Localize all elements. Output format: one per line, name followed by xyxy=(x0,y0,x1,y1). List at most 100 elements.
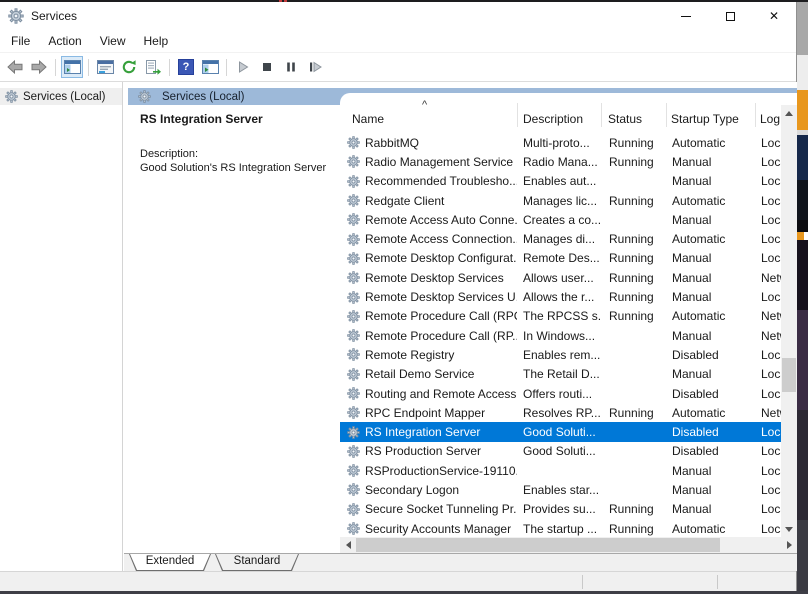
table-row[interactable]: RPC Endpoint Mapper Resolves RP... Runni… xyxy=(340,403,781,422)
service-log-on-as: Netw xyxy=(755,309,781,323)
start-service-button[interactable] xyxy=(232,56,254,78)
menu-action[interactable]: Action xyxy=(39,31,90,51)
service-gear-icon xyxy=(347,252,360,265)
service-startup-type: Manual xyxy=(666,155,755,169)
close-button[interactable]: ✕ xyxy=(752,2,796,30)
table-row[interactable]: Retail Demo Service The Retail D... Manu… xyxy=(340,365,781,384)
service-description: Enables aut... xyxy=(517,174,601,188)
horizontal-scrollbar-thumb[interactable] xyxy=(356,538,720,552)
service-log-on-as: Loca xyxy=(755,155,781,169)
table-row[interactable]: Recommended Troublesho... Enables aut...… xyxy=(340,172,781,191)
table-row[interactable]: RabbitMQ Multi-proto... Running Automati… xyxy=(340,133,781,152)
service-gear-icon xyxy=(347,310,360,323)
stop-service-button[interactable] xyxy=(256,56,278,78)
menu-help[interactable]: Help xyxy=(135,31,178,51)
table-row[interactable]: Secure Socket Tunneling Pr... Provides s… xyxy=(340,500,781,519)
service-description: Allows the r... xyxy=(517,290,601,304)
service-startup-type: Disabled xyxy=(666,425,755,439)
minimize-button[interactable] xyxy=(664,2,708,30)
vertical-scrollbar[interactable] xyxy=(781,105,797,537)
service-description: Multi-proto... xyxy=(517,136,601,150)
service-status: Running xyxy=(601,522,666,536)
service-name: Remote Registry xyxy=(365,348,454,362)
service-startup-type: Automatic xyxy=(666,136,755,150)
table-row[interactable]: RS Production Server Good Soluti... Disa… xyxy=(340,442,781,461)
table-row[interactable]: Radio Management Service Radio Mana... R… xyxy=(340,152,781,171)
scroll-down-icon xyxy=(785,527,793,532)
help-icon: ? xyxy=(178,59,194,75)
table-row[interactable]: Security Accounts Manager The startup ..… xyxy=(340,519,781,538)
service-name: Recommended Troublesho... xyxy=(365,174,517,188)
title-bar[interactable]: Services ✕ xyxy=(0,2,796,30)
vertical-scrollbar-thumb[interactable] xyxy=(782,358,796,392)
service-description: The startup ... xyxy=(517,522,601,536)
service-name: Remote Desktop Services U... xyxy=(365,290,517,304)
properties-button[interactable] xyxy=(94,56,116,78)
column-header-description[interactable]: Description xyxy=(523,112,583,126)
scroll-left-button[interactable] xyxy=(340,537,356,553)
column-header-log-on-as[interactable]: Log xyxy=(760,112,780,126)
column-header-startup-type[interactable]: Startup Type xyxy=(671,112,739,126)
table-row[interactable]: Redgate Client Manages lic... Running Au… xyxy=(340,191,781,210)
tree-item-services-local[interactable]: Services (Local) xyxy=(0,88,122,105)
table-row[interactable]: Remote Access Connection... Manages di..… xyxy=(340,229,781,248)
service-log-on-as: Loca xyxy=(755,348,781,362)
restart-icon xyxy=(307,60,323,74)
table-row[interactable]: Remote Desktop Services U... Allows the … xyxy=(340,287,781,306)
service-log-on-as: Loca xyxy=(755,444,781,458)
pane-header-title: Services (Local) xyxy=(162,91,244,103)
table-row[interactable]: RS Integration Server Good Soluti... Dis… xyxy=(340,422,781,441)
pause-service-button[interactable] xyxy=(280,56,302,78)
forward-arrow-icon xyxy=(30,59,48,75)
forward-button[interactable] xyxy=(28,56,50,78)
column-separator[interactable] xyxy=(755,103,756,127)
menu-view[interactable]: View xyxy=(91,31,135,51)
table-row[interactable]: RSProductionService-19110... Manual Loca xyxy=(340,461,781,480)
services-gear-icon xyxy=(5,90,18,103)
help-button[interactable]: ? xyxy=(175,56,197,78)
table-row[interactable]: Remote Desktop Configurat... Remote Des.… xyxy=(340,249,781,268)
toolbar: ? xyxy=(0,52,796,82)
service-startup-type: Manual xyxy=(666,213,755,227)
service-startup-type: Automatic xyxy=(666,406,755,420)
action-pane-icon xyxy=(202,60,219,74)
column-separator[interactable] xyxy=(601,103,602,127)
service-status: Running xyxy=(601,502,666,516)
service-description: Manages lic... xyxy=(517,194,601,208)
show-console-tree-button[interactable] xyxy=(61,56,83,78)
tab-standard[interactable]: Standard xyxy=(215,554,299,571)
table-row[interactable]: Remote Desktop Services Allows user... R… xyxy=(340,268,781,287)
service-name: RabbitMQ xyxy=(365,136,419,150)
refresh-button[interactable] xyxy=(118,56,140,78)
restart-service-button[interactable] xyxy=(304,56,326,78)
description-text: Good Solution's RS Integration Server xyxy=(140,162,326,174)
column-header-status[interactable]: Status xyxy=(608,112,642,126)
table-row[interactable]: Remote Procedure Call (RP... In Windows.… xyxy=(340,326,781,345)
column-separator[interactable] xyxy=(666,103,667,127)
table-row[interactable]: Remote Registry Enables rem... Disabled … xyxy=(340,345,781,364)
back-button[interactable] xyxy=(4,56,26,78)
table-row[interactable]: Remote Access Auto Conne... Creates a co… xyxy=(340,210,781,229)
scroll-up-button[interactable] xyxy=(781,105,797,121)
maximize-button[interactable] xyxy=(708,2,752,30)
service-description: Enables rem... xyxy=(517,348,601,362)
scroll-right-button[interactable] xyxy=(781,537,797,553)
column-header-name[interactable]: Name xyxy=(352,112,384,126)
menu-file[interactable]: File xyxy=(2,31,39,51)
tab-extended[interactable]: Extended xyxy=(129,554,211,571)
show-action-pane-button[interactable] xyxy=(199,56,221,78)
scroll-down-button[interactable] xyxy=(781,521,797,537)
service-startup-type: Manual xyxy=(666,502,755,516)
export-list-button[interactable] xyxy=(142,56,164,78)
extended-info-panel: RS Integration Server Description: Good … xyxy=(128,105,340,553)
table-row[interactable]: Secondary Logon Enables star... Manual L… xyxy=(340,480,781,499)
service-name: Remote Access Connection... xyxy=(365,232,517,246)
service-name: Routing and Remote Access xyxy=(365,387,516,401)
service-description: Provides su... xyxy=(517,502,601,516)
table-row[interactable]: Routing and Remote Access Offers routi..… xyxy=(340,384,781,403)
table-row[interactable]: Remote Procedure Call (RPC) The RPCSS s.… xyxy=(340,307,781,326)
service-log-on-as: Loca xyxy=(755,194,781,208)
service-startup-type: Manual xyxy=(666,483,755,497)
column-separator[interactable] xyxy=(517,103,518,127)
horizontal-scrollbar[interactable] xyxy=(340,537,797,553)
